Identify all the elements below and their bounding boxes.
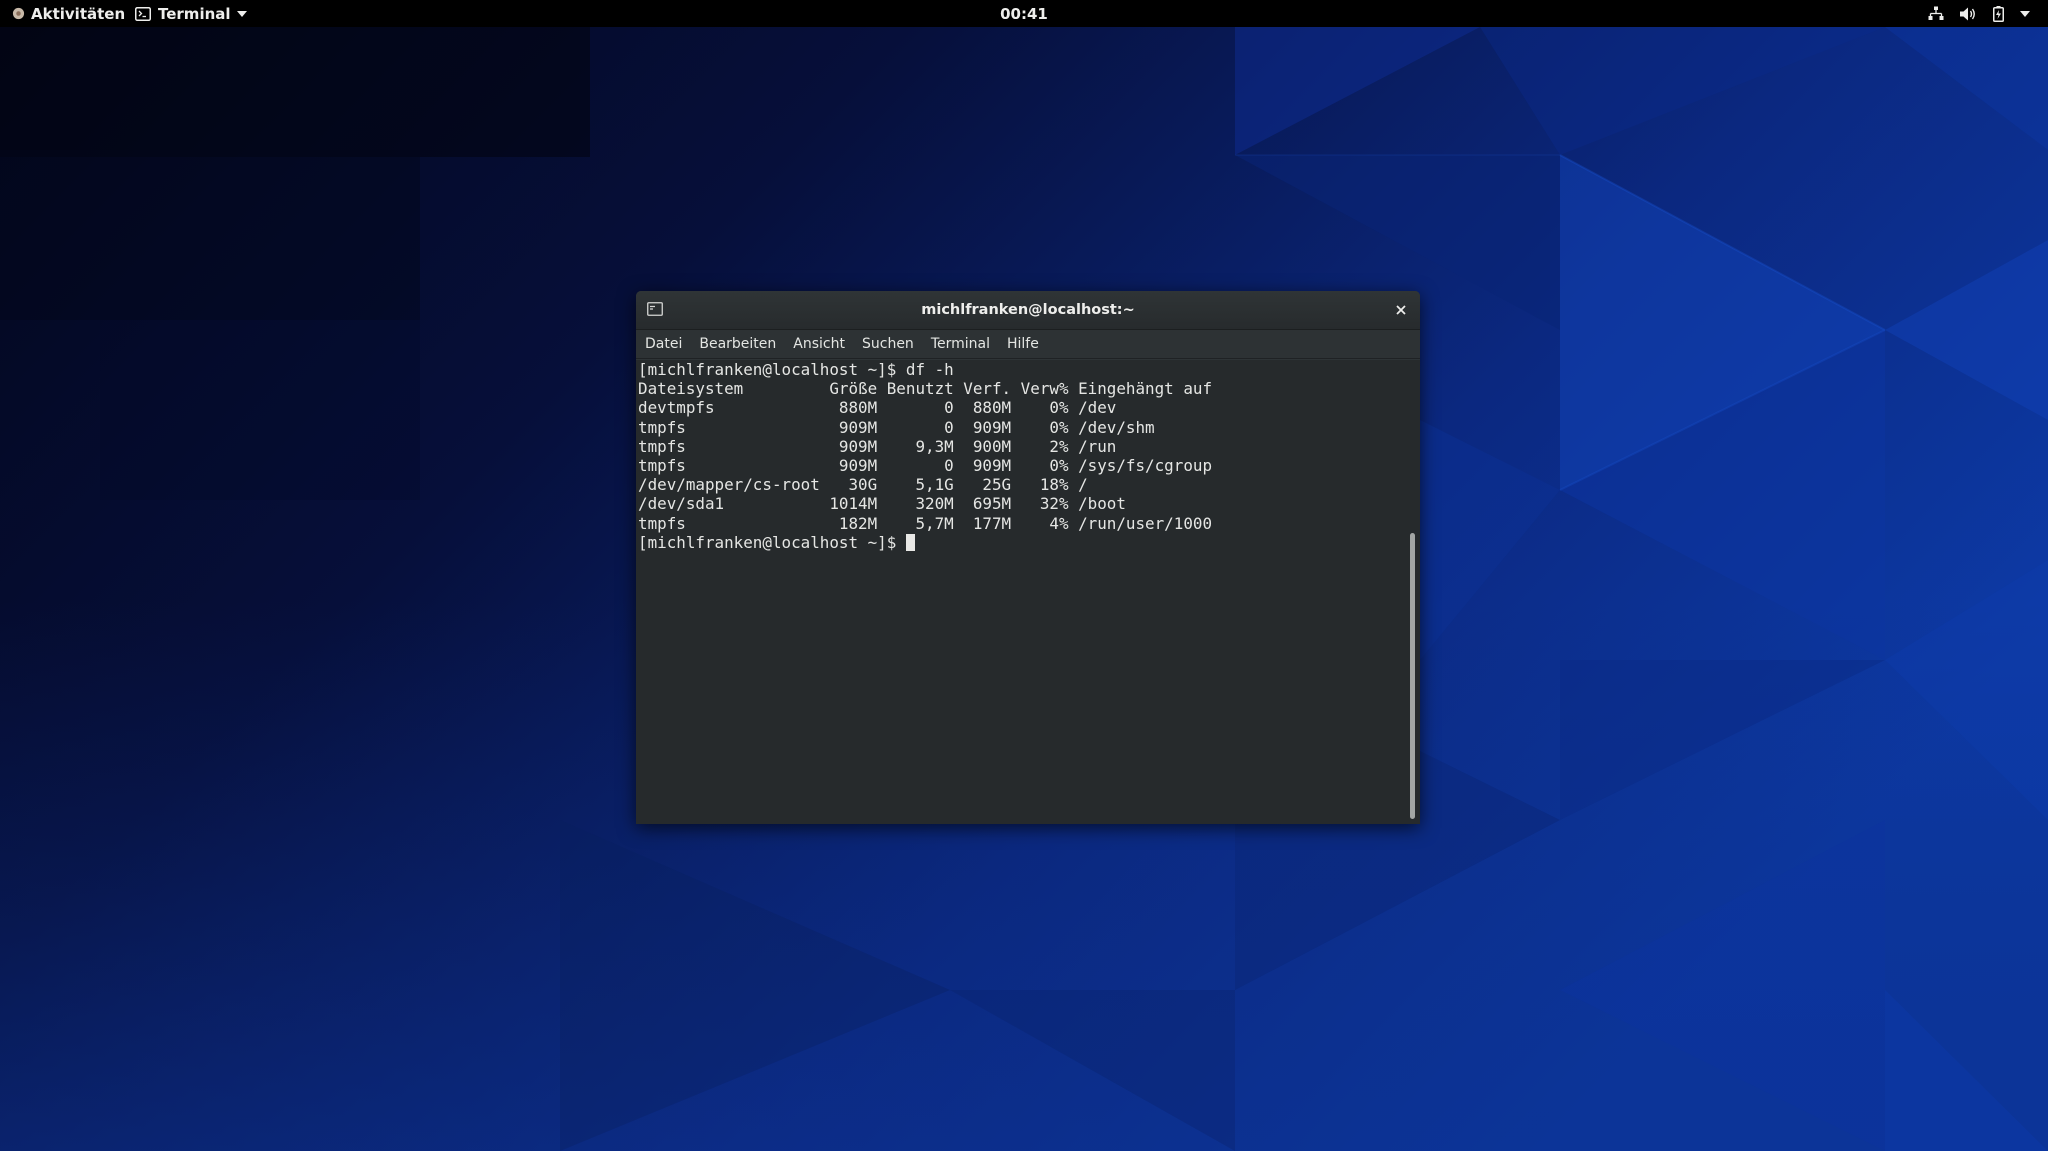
- terminal-line: tmpfs 909M 9,3M 900M 2% /run: [638, 436, 1117, 456]
- activities-button[interactable]: Aktivitäten: [12, 0, 125, 27]
- app-menu-button[interactable]: Terminal: [135, 0, 247, 27]
- window-title: michlfranken@localhost:~: [921, 302, 1135, 318]
- terminal-line: tmpfs 909M 0 909M 0% /sys/fs/cgroup: [638, 456, 1213, 476]
- terminal-line: tmpfs 182M 5,7M 177M 4% /run/user/1000: [638, 513, 1213, 533]
- terminal-line: Dateisystem Größe Benutzt Verf. Verw% Ei…: [638, 379, 1213, 399]
- terminal-app-icon: [135, 6, 151, 21]
- scrollbar[interactable]: [1410, 533, 1415, 819]
- network-icon[interactable]: [1928, 6, 1944, 21]
- terminal-text[interactable]: [michlfranken@localhost ~]$ df -h Dateis…: [638, 360, 1212, 552]
- system-menu-caret-icon[interactable]: [2020, 10, 2030, 17]
- volume-icon[interactable]: [1960, 7, 1977, 21]
- terminal-window[interactable]: michlfranken@localhost:~ Datei Bearbeite…: [636, 291, 1420, 824]
- terminal-line: devtmpfs 880M 0 880M 0% /dev: [638, 398, 1117, 418]
- menu-terminal[interactable]: Terminal: [931, 336, 990, 352]
- terminal-line: /dev/mapper/cs-root 30G 5,1G 25G 18% /: [638, 475, 1088, 495]
- window-titlebar[interactable]: michlfranken@localhost:~: [636, 291, 1420, 330]
- menu-hilfe[interactable]: Hilfe: [1007, 336, 1039, 352]
- menu-ansicht[interactable]: Ansicht: [793, 336, 845, 352]
- app-menu-label: Terminal: [158, 4, 231, 23]
- system-tray[interactable]: [1912, 0, 2030, 27]
- menu-datei[interactable]: Datei: [645, 336, 682, 352]
- chevron-down-icon: [236, 10, 247, 17]
- terminal-line: /dev/sda1 1014M 320M 695M 32% /boot: [638, 494, 1126, 514]
- menu-bar: Datei Bearbeiten Ansicht Suchen Terminal…: [636, 330, 1420, 359]
- terminal-prompt: [michlfranken@localhost ~]$: [638, 532, 906, 552]
- terminal-output-area[interactable]: [michlfranken@localhost ~]$ df -h Dateis…: [636, 360, 1420, 824]
- menu-suchen[interactable]: Suchen: [862, 336, 914, 352]
- activities-icon: [12, 7, 25, 20]
- new-tab-icon[interactable]: [647, 302, 663, 316]
- top-bar: Aktivitäten Terminal 00:41: [0, 0, 2048, 27]
- terminal-line: tmpfs 909M 0 909M 0% /dev/shm: [638, 417, 1155, 437]
- activities-label: Aktivitäten: [31, 4, 126, 23]
- clock[interactable]: 00:41: [1000, 5, 1048, 23]
- text-cursor: [905, 533, 915, 551]
- close-icon: [1396, 305, 1406, 315]
- close-button[interactable]: [1390, 299, 1412, 321]
- battery-icon[interactable]: [1993, 5, 2004, 22]
- terminal-line: [michlfranken@localhost ~]$ df -h: [638, 360, 954, 379]
- menu-bearbeiten[interactable]: Bearbeiten: [699, 336, 776, 352]
